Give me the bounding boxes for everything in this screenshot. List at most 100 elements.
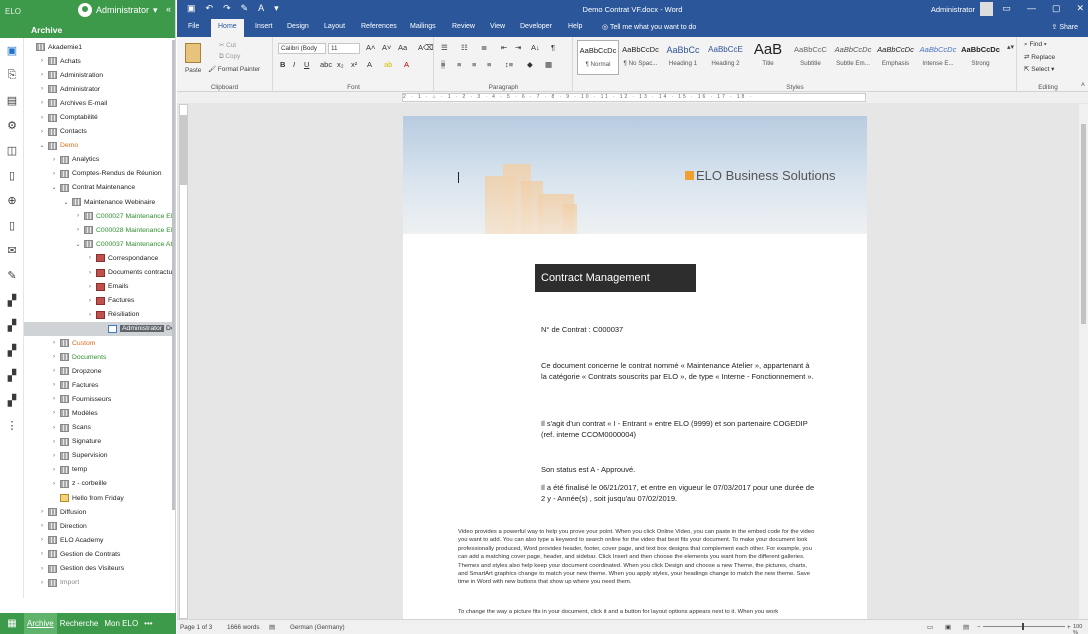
superscript-icon[interactable]: x² <box>351 60 357 69</box>
zoom-level[interactable]: 100 % <box>1073 624 1088 634</box>
tree-item[interactable]: › Dropzone <box>24 364 174 378</box>
style-9[interactable]: AaBbCcDc Strong <box>960 40 1002 75</box>
style-6[interactable]: AaBbCcDc Subtle Em... <box>832 40 874 75</box>
numbering-icon[interactable]: ☷ <box>461 43 468 52</box>
font-color-icon[interactable]: A <box>404 60 409 69</box>
tree-item[interactable]: › Résiliation <box>24 308 174 322</box>
expand-arrow-icon[interactable]: › <box>38 580 46 586</box>
align-center-icon[interactable]: ≡ <box>457 60 461 69</box>
show-formatting-icon[interactable]: ¶ <box>551 43 555 52</box>
print-layout-icon[interactable]: ▣ <box>945 624 951 631</box>
tree-item[interactable]: › Administration <box>24 68 174 82</box>
bullets-icon[interactable]: ☰ <box>441 43 448 52</box>
tree-item[interactable]: › Documents contractu <box>24 266 174 280</box>
highlight-icon[interactable]: ab <box>384 60 392 69</box>
read-mode-icon[interactable]: ▭ <box>927 624 933 631</box>
tree-item[interactable]: › Gestion des Visiteurs <box>24 561 174 575</box>
share-button[interactable]: ⇪ Share <box>1052 23 1079 31</box>
expand-arrow-icon[interactable]: ⌄ <box>50 184 58 191</box>
file-icon[interactable]: ▯ <box>0 163 24 188</box>
expand-arrow-icon[interactable]: ⌄ <box>62 199 70 206</box>
zoom-slider-thumb[interactable] <box>1022 623 1024 630</box>
more-icon[interactable]: ⋮ <box>0 413 24 438</box>
tab-help[interactable]: Help <box>568 23 582 30</box>
repository-icon[interactable]: ▣ <box>0 38 24 63</box>
tree-item[interactable]: ⌄ Contrat Maintenance <box>24 181 174 195</box>
tree-item[interactable]: › Comptes-Rendus de Réunion <box>24 167 174 181</box>
tree-item[interactable]: › Custom <box>24 336 174 350</box>
collapse-icon[interactable]: « <box>166 4 171 14</box>
phone-icon[interactable]: ▯ <box>0 213 24 238</box>
tab-references[interactable]: References <box>361 23 397 30</box>
tree-item[interactable]: › C000027 Maintenance ELO <box>24 209 174 223</box>
tile-icon-1[interactable]: ▞ <box>0 288 24 313</box>
edit-icon[interactable]: ✎ <box>0 263 24 288</box>
tree-item[interactable]: › Documents <box>24 350 174 364</box>
tile-icon-3[interactable]: ▞ <box>0 338 24 363</box>
expand-arrow-icon[interactable]: › <box>50 354 58 360</box>
font-name-box[interactable]: Calibri (Body <box>278 43 326 54</box>
tree-item[interactable]: › Diffusion <box>24 505 174 519</box>
expand-arrow-icon[interactable]: › <box>38 86 46 92</box>
tab-layout[interactable]: Layout <box>324 23 345 30</box>
horizontal-ruler[interactable]: 2 · 1 · ⌂ · 1 · 2 · 3 · 4 · 5 · 6 · 7 · … <box>402 93 866 102</box>
style-7[interactable]: AaBbCcDc Emphasis <box>875 40 917 75</box>
expand-arrow-icon[interactable]: › <box>38 58 46 64</box>
expand-arrow-icon[interactable]: › <box>38 523 46 529</box>
scroll-thumb[interactable] <box>1081 124 1086 324</box>
expand-arrow-icon[interactable]: › <box>50 481 58 487</box>
expand-arrow-icon[interactable]: › <box>38 566 46 572</box>
account-name[interactable]: Administrator <box>931 5 975 14</box>
expand-arrow-icon[interactable]: › <box>38 100 46 106</box>
tree-item[interactable]: › Import <box>24 576 174 590</box>
italic-icon[interactable]: I <box>293 60 295 69</box>
increase-indent-icon[interactable]: ⇥ <box>515 43 521 52</box>
maximize-icon[interactable]: ▢ <box>1052 3 1061 14</box>
style-3[interactable]: AaBbCcE Heading 2 <box>705 40 747 75</box>
decrease-indent-icon[interactable]: ⇤ <box>501 43 507 52</box>
expand-arrow-icon[interactable]: › <box>38 537 46 543</box>
tab-file[interactable]: File <box>188 23 199 30</box>
shrink-font-icon[interactable]: A˅ <box>382 43 391 52</box>
style-4[interactable]: AaB Title <box>747 40 789 75</box>
page-count[interactable]: Page 1 of 3 <box>180 624 212 631</box>
multilevel-list-icon[interactable]: ≣ <box>481 43 487 52</box>
line-spacing-icon[interactable]: ↕≡ <box>505 60 513 69</box>
copy-button[interactable]: ⧉ Copy <box>219 53 240 61</box>
document-new-icon[interactable]: ⎘ <box>0 63 24 88</box>
expand-arrow-icon[interactable]: › <box>86 270 94 276</box>
tasks-icon[interactable]: ▤ <box>0 88 24 113</box>
collapse-ribbon-icon[interactable]: ˄ <box>1081 82 1085 89</box>
proofing-icon[interactable]: ▤ <box>269 624 275 631</box>
user-menu[interactable]: Administrator ▾ <box>78 3 158 17</box>
expand-arrow-icon[interactable]: › <box>50 157 58 163</box>
expand-arrow-icon[interactable]: › <box>50 410 58 416</box>
expand-arrow-icon[interactable]: › <box>50 340 58 346</box>
tree-item[interactable]: › Analytics <box>24 153 174 167</box>
mail-icon[interactable]: ✉ <box>0 238 24 263</box>
expand-arrow-icon[interactable]: › <box>38 509 46 515</box>
word-count[interactable]: 1666 words <box>227 624 260 631</box>
tab-insert[interactable]: Insert <box>255 23 273 30</box>
strikethrough-icon[interactable]: abc <box>320 60 332 69</box>
tree-item[interactable]: › Fournisseurs <box>24 392 174 406</box>
expand-arrow-icon[interactable]: › <box>38 129 46 135</box>
tree-item[interactable]: › z - corbeille <box>24 477 174 491</box>
paste-icon[interactable] <box>185 43 201 63</box>
apps-grid-icon[interactable]: ▦ <box>0 618 24 629</box>
tree-item[interactable]: › Signature <box>24 435 174 449</box>
tile-icon-5[interactable]: ▞ <box>0 388 24 413</box>
style-1[interactable]: AaBbCcDc ¶ No Spac... <box>620 40 662 75</box>
expand-arrow-icon[interactable]: › <box>50 467 58 473</box>
expand-arrow-icon[interactable]: › <box>50 453 58 459</box>
style-8[interactable]: AaBbCcDc Intense E... <box>917 40 959 75</box>
expand-arrow-icon[interactable]: › <box>86 312 94 318</box>
find-button[interactable]: ⌕ Find ▾ <box>1024 41 1047 49</box>
align-left-icon[interactable]: ≡ <box>441 60 446 69</box>
document-scrollbar[interactable] <box>1079 104 1088 619</box>
paste-button[interactable]: Paste <box>185 67 201 74</box>
account-picture[interactable] <box>980 2 993 16</box>
tree-scrollbar[interactable] <box>172 40 175 510</box>
borders-icon[interactable]: ▦ <box>545 60 552 69</box>
tree-item[interactable]: ⌄ C000037 Maintenance Ate <box>24 237 174 251</box>
